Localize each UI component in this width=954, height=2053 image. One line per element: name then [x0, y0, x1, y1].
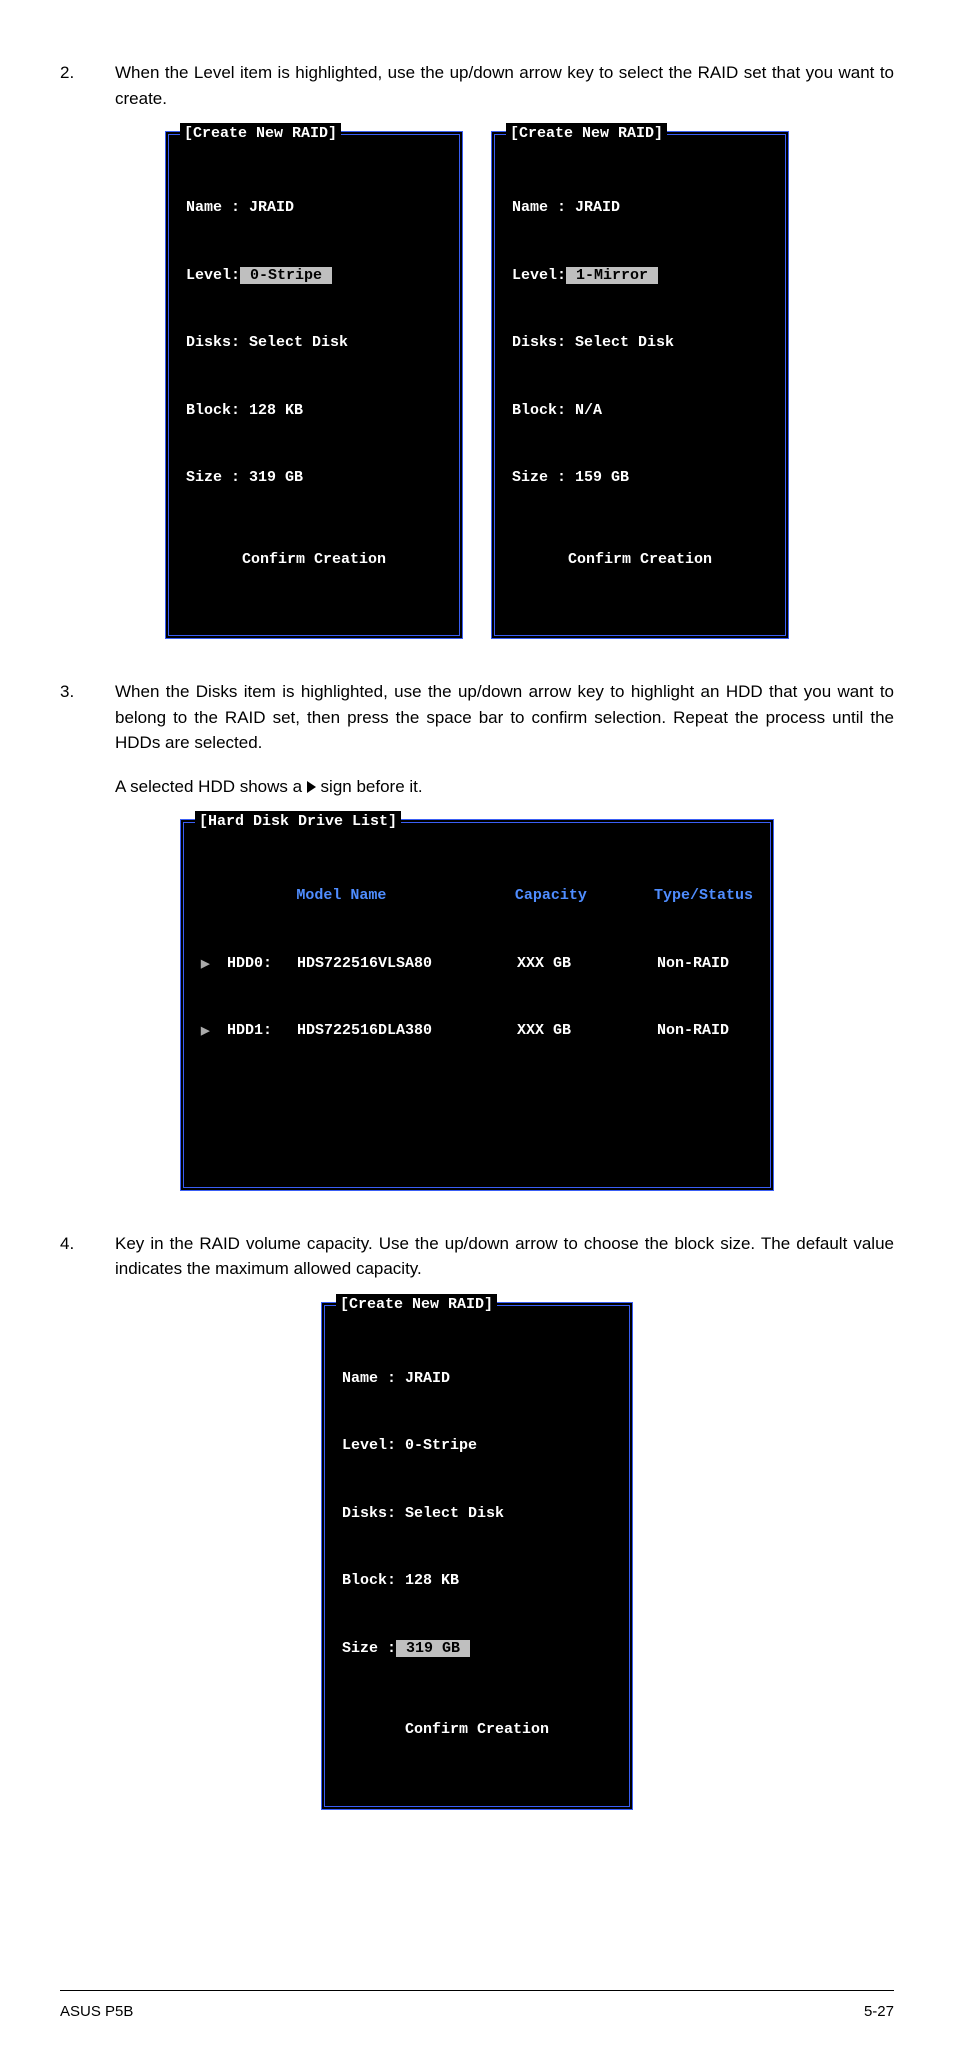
step-number: 4.: [60, 1231, 115, 1282]
header-type: Type/Status: [654, 885, 753, 908]
table-header: Model Name Capacity Type/Status: [201, 885, 753, 908]
row-name: Name : JRAID: [186, 197, 442, 220]
terminal-row-1: [Create New RAID] Name : JRAID Level: 0-…: [60, 131, 894, 639]
row-level: Level: 0-Stripe: [342, 1435, 612, 1458]
panel-title: [Create New RAID]: [336, 1294, 497, 1317]
row-size: Size : 159 GB: [512, 467, 768, 490]
row-disks: Disks: Select Disk: [512, 332, 768, 355]
row-level[interactable]: Level: 1-Mirror: [512, 265, 768, 288]
row-disks: Disks: Select Disk: [186, 332, 442, 355]
step-2: 2. When the Level item is highlighted, u…: [60, 60, 894, 111]
row-name: Name : JRAID: [342, 1368, 612, 1391]
selected-mark-icon: ▶: [201, 953, 227, 976]
step-3-subtext: A selected HDD shows a sign before it.: [115, 774, 894, 800]
level-value-highlight: 0-Stripe: [240, 267, 332, 284]
table-row[interactable]: ▶ HDD1: HDS722516DLA380 XXX GB Non-RAID: [201, 1020, 753, 1043]
footer-left: ASUS P5B: [60, 2001, 133, 2024]
create-raid-panel-stripe: [Create New RAID] Name : JRAID Level: 0-…: [165, 131, 463, 639]
selected-mark-icon: ▶: [201, 1020, 227, 1043]
level-value-highlight: 1-Mirror: [566, 267, 658, 284]
confirm-creation[interactable]: Confirm Creation: [512, 549, 768, 572]
row-disks: Disks: Select Disk: [342, 1503, 612, 1526]
create-raid-panel-mirror: [Create New RAID] Name : JRAID Level: 1-…: [491, 131, 789, 639]
header-model: Model Name: [296, 885, 515, 908]
row-level[interactable]: Level: 0-Stripe: [186, 265, 442, 288]
header-capacity: Capacity: [515, 885, 654, 908]
row-block: Block: N/A: [512, 400, 768, 423]
step-4: 4. Key in the RAID volume capacity. Use …: [60, 1231, 894, 1282]
table-row[interactable]: ▶ HDD0: HDS722516VLSA80 XXX GB Non-RAID: [201, 953, 753, 976]
create-raid-panel-size: [Create New RAID] Name : JRAID Level: 0-…: [321, 1302, 633, 1810]
panel-title: [Hard Disk Drive List]: [195, 811, 401, 834]
footer-right: 5-27: [864, 2001, 894, 2024]
step-number: 2.: [60, 60, 115, 111]
step-text: When the Level item is highlighted, use …: [115, 60, 894, 111]
row-block: Block: 128 KB: [186, 400, 442, 423]
step-3: 3. When the Disks item is highlighted, u…: [60, 679, 894, 756]
panel-title: [Create New RAID]: [506, 123, 667, 146]
row-size[interactable]: Size : 319 GB: [342, 1638, 612, 1661]
row-block: Block: 128 KB: [342, 1570, 612, 1593]
page-footer: ASUS P5B 5-27: [60, 1990, 894, 2024]
step-number: 3.: [60, 679, 115, 756]
row-size: Size : 319 GB: [186, 467, 442, 490]
confirm-creation[interactable]: Confirm Creation: [186, 549, 442, 572]
size-value-highlight: 319 GB: [396, 1640, 470, 1657]
panel-title: [Create New RAID]: [180, 123, 341, 146]
step-text: Key in the RAID volume capacity. Use the…: [115, 1231, 894, 1282]
hard-disk-drive-list-panel: [Hard Disk Drive List] Model Name Capaci…: [180, 819, 774, 1191]
step-text: When the Disks item is highlighted, use …: [115, 679, 894, 756]
confirm-creation[interactable]: Confirm Creation: [342, 1719, 612, 1742]
row-name: Name : JRAID: [512, 197, 768, 220]
triangle-icon: [307, 781, 316, 793]
